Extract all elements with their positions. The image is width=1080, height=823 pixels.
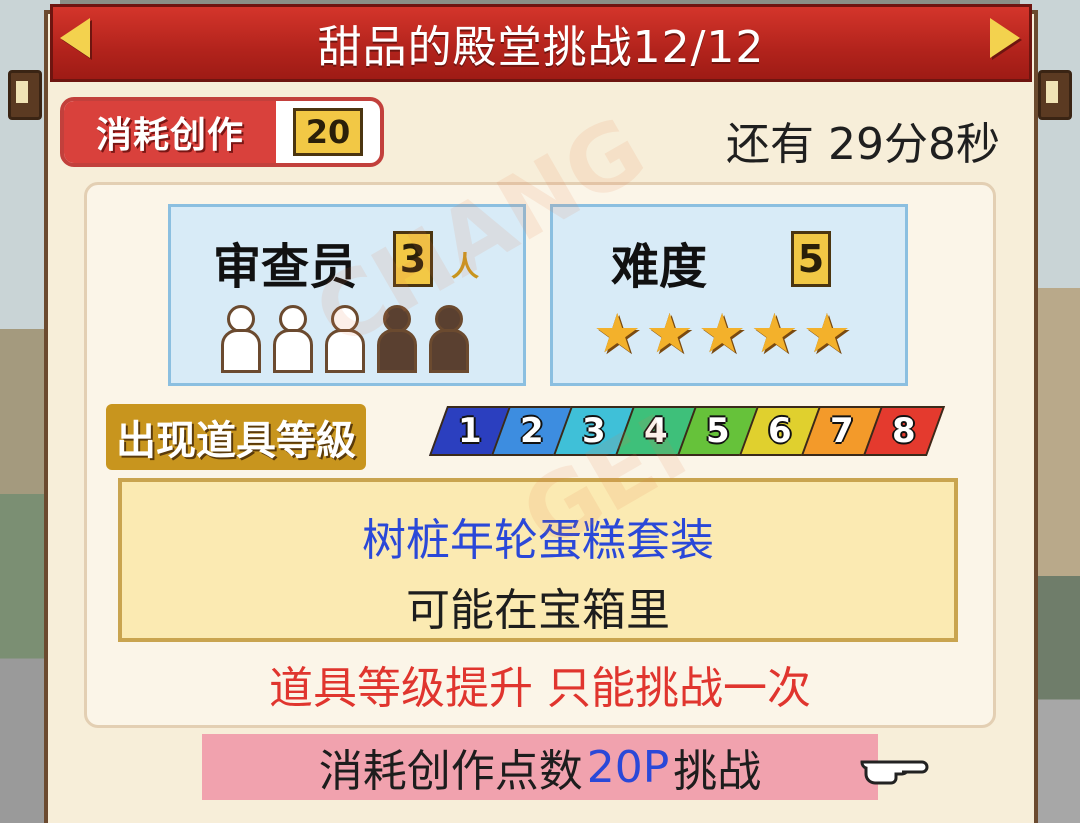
star-icon: ★ <box>750 302 799 365</box>
challenge-button[interactable]: 消耗创作点数 20P 挑战 <box>202 734 878 800</box>
time-remaining: 还有 29分8秒 <box>726 119 1000 170</box>
item-level-bar: 12345678 <box>428 406 946 456</box>
reviewer-person-icon <box>427 305 471 373</box>
challenge-prefix: 消耗创作点数 <box>318 746 583 797</box>
note-text: 道具等级提升 只能挑战一次 <box>269 663 811 714</box>
right-arrow-icon[interactable] <box>990 18 1020 58</box>
difficulty-card: 难度 5 ★ ★ ★ ★ ★ <box>550 204 908 386</box>
reviewer-slots <box>219 305 471 373</box>
reviewers-unit: 人 <box>451 250 480 283</box>
lamp-icon <box>1038 70 1072 120</box>
item-box: 树桩年轮蛋糕套装 可能在宝箱里 <box>118 478 958 642</box>
cost-badge: 消耗创作 20 <box>60 97 384 167</box>
item-name: 树桩年轮蛋糕套装 <box>362 515 714 566</box>
difficulty-label: 难度 <box>611 239 708 295</box>
star-icon: ★ <box>645 302 694 365</box>
star-icon: ★ <box>802 302 852 365</box>
lamp-icon <box>8 70 42 120</box>
star-icon: ★ <box>697 302 747 365</box>
reviewers-card: 审查员 3 人 <box>168 204 526 386</box>
cost-label: 消耗创作 <box>64 101 276 163</box>
reviewers-label: 审查员 <box>213 239 358 295</box>
cost-value: 20 <box>292 108 364 156</box>
reviewer-person-icon <box>323 305 367 373</box>
challenge-amount: 20P <box>586 741 670 793</box>
difficulty-value: 5 <box>791 231 831 287</box>
title-bar: 甜品的殿堂挑战12/12 <box>50 4 1032 82</box>
reviewer-person-icon <box>219 305 263 373</box>
page-title: 甜品的殿堂挑战12/12 <box>317 22 765 73</box>
difficulty-stars: ★ ★ ★ ★ ★ <box>593 307 851 361</box>
reviewer-person-icon <box>271 305 315 373</box>
reviewers-count: 3 <box>393 231 433 287</box>
item-level-label: 出现道具等級 <box>106 404 366 470</box>
reviewer-person-icon <box>375 305 419 373</box>
star-icon: ★ <box>593 302 642 365</box>
item-location: 可能在宝箱里 <box>406 585 670 636</box>
challenge-suffix: 挑战 <box>673 746 762 797</box>
left-arrow-icon[interactable] <box>60 18 90 58</box>
pointing-hand-icon <box>860 760 929 785</box>
